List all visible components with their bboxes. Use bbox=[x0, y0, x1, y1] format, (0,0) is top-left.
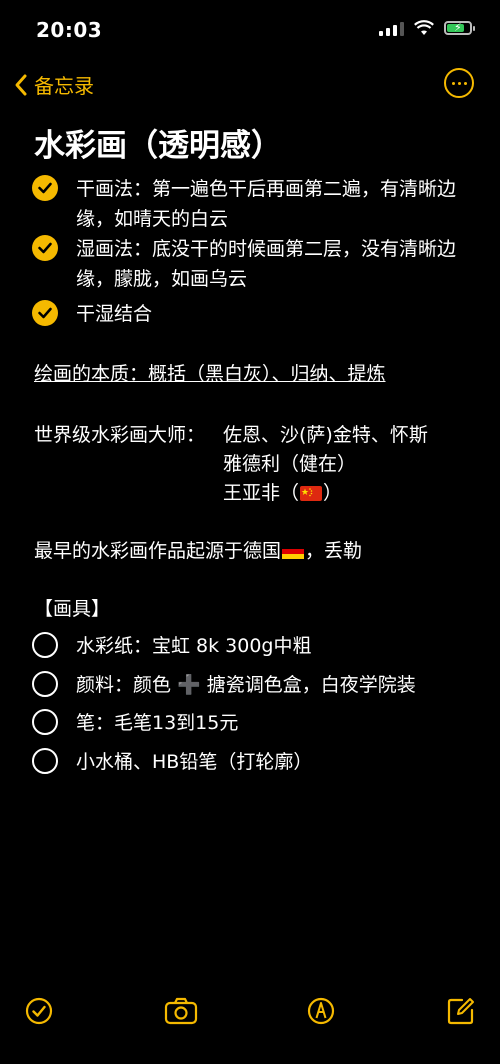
back-label: 备忘录 bbox=[34, 74, 94, 98]
germany-flag-icon bbox=[282, 544, 305, 559]
markup-icon[interactable] bbox=[306, 996, 336, 1026]
checklist-item-text[interactable]: 小水桶、HB铅笔（打轮廓） bbox=[76, 747, 456, 777]
masters-line-3-close: ） bbox=[323, 482, 343, 504]
compose-icon[interactable] bbox=[446, 996, 476, 1026]
checklist-item[interactable]: 小水桶、HB铅笔（打轮廓） bbox=[32, 747, 456, 777]
checklist-item-text[interactable]: 湿画法：底没干的时候画第二层，没有清晰边缘，朦胧，如画乌云 bbox=[76, 234, 456, 294]
origin-text: 最早的水彩画作品起源于德国 bbox=[34, 540, 282, 562]
origin-line[interactable]: 最早的水彩画作品起源于德国 ，丢勒 bbox=[34, 536, 362, 566]
more-dot-icon bbox=[451, 81, 455, 85]
more-dot-icon bbox=[463, 81, 467, 85]
note-title[interactable]: 水彩画（透明感） bbox=[34, 120, 282, 165]
chevron-left-icon bbox=[15, 74, 27, 95]
masters-line-1[interactable]: 佐恩、沙(萨)金特、怀斯 bbox=[223, 420, 428, 450]
empty-circle-icon[interactable] bbox=[32, 632, 58, 658]
essence-line[interactable]: 绘画的本质：概括（黑白灰）、归纳、提炼 bbox=[34, 359, 386, 389]
checklist-item[interactable]: 水彩纸：宝虹 8k 300g中粗 bbox=[32, 631, 456, 661]
checkmark-circle-icon[interactable] bbox=[32, 175, 58, 201]
china-flag-icon bbox=[300, 486, 323, 501]
masters-line-3[interactable]: 王亚非（ ） bbox=[223, 478, 342, 508]
checklist-item[interactable]: 湿画法：底没干的时候画第二层，没有清晰边缘，朦胧，如画乌云 bbox=[32, 234, 456, 294]
back-button[interactable]: 备忘录 bbox=[14, 70, 94, 99]
empty-circle-icon[interactable] bbox=[32, 748, 58, 774]
checklist-item-text[interactable]: 干湿结合 bbox=[76, 299, 456, 329]
masters-line-3-text: 王亚非（ bbox=[223, 482, 300, 504]
masters-line-2[interactable]: 雅德利（健在） bbox=[223, 449, 356, 479]
checkmark-circle-icon[interactable] bbox=[32, 235, 58, 261]
masters-label[interactable]: 世界级水彩画大师： bbox=[34, 420, 205, 450]
tools-header[interactable]: 【画具】 bbox=[34, 594, 110, 624]
empty-circle-icon[interactable] bbox=[32, 709, 58, 735]
status-time: 20:03 bbox=[36, 18, 103, 42]
checklist-item-text[interactable]: 水彩纸：宝虹 8k 300g中粗 bbox=[76, 631, 456, 661]
checklist-item[interactable]: 干湿结合 bbox=[32, 299, 456, 329]
origin-text-end: ，丢勒 bbox=[305, 540, 363, 562]
camera-icon[interactable] bbox=[164, 996, 198, 1026]
checklist-item-text[interactable]: 干画法：第一遍色干后再画第二遍，有清晰边缘，如晴天的白云 bbox=[76, 174, 456, 234]
signal-icon bbox=[379, 20, 404, 36]
battery-icon: ⚡ bbox=[444, 21, 475, 35]
checklist-item[interactable]: 干画法：第一遍色干后再画第二遍，有清晰边缘，如晴天的白云 bbox=[32, 174, 456, 234]
more-button[interactable] bbox=[444, 68, 474, 98]
checklist-icon[interactable] bbox=[24, 996, 54, 1026]
bottom-toolbar bbox=[0, 994, 500, 1034]
status-icons: ⚡ bbox=[379, 20, 475, 36]
empty-circle-icon[interactable] bbox=[32, 671, 58, 697]
checkmark-circle-icon[interactable] bbox=[32, 300, 58, 326]
wifi-icon bbox=[414, 20, 434, 35]
status-bar: 20:03 ⚡ bbox=[0, 0, 500, 60]
checklist-item-text[interactable]: 颜料：颜色 ➕ 搪瓷调色盒，白夜学院装 bbox=[76, 670, 456, 700]
nav-bar: 备忘录 bbox=[0, 64, 500, 108]
checklist-item[interactable]: 颜料：颜色 ➕ 搪瓷调色盒，白夜学院装 bbox=[32, 670, 456, 700]
checklist-item[interactable]: 笔：毛笔13到15元 bbox=[32, 708, 456, 738]
checklist-item-text[interactable]: 笔：毛笔13到15元 bbox=[76, 708, 456, 738]
more-dot-icon bbox=[457, 81, 461, 85]
